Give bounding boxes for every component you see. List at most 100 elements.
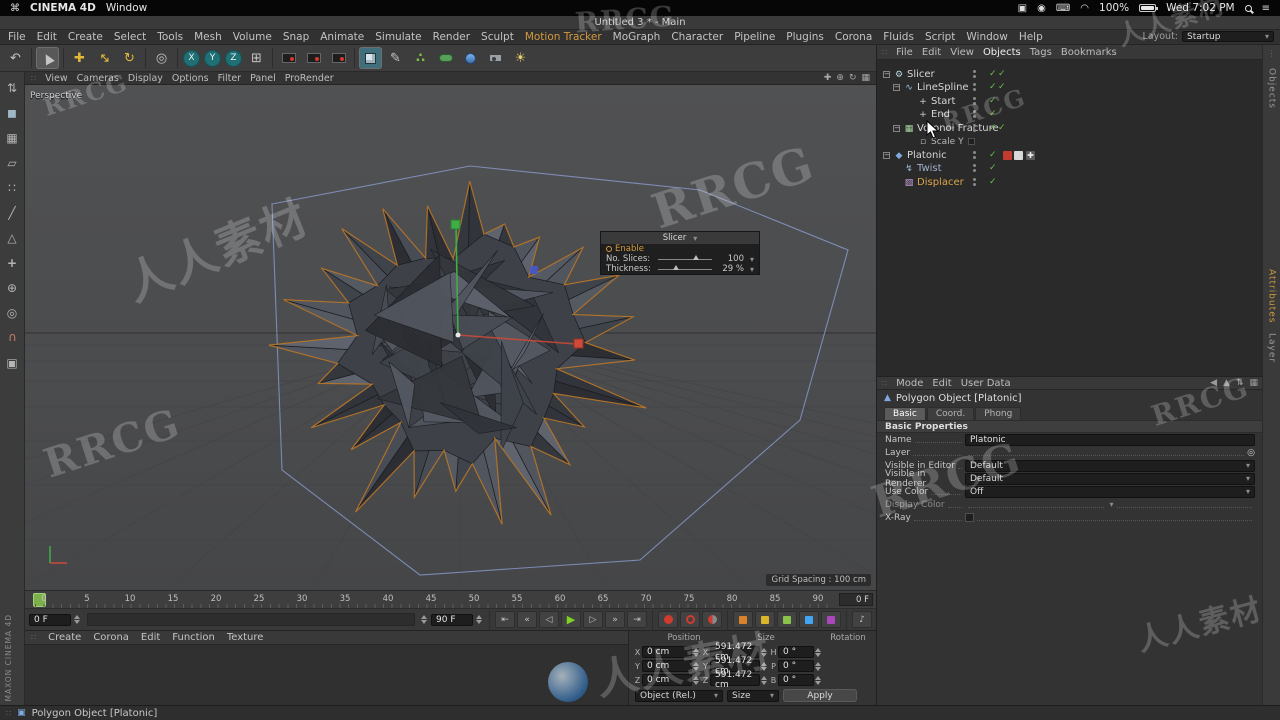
stepper[interactable] — [693, 660, 701, 672]
toggle-views-icon[interactable]: ▦ — [861, 73, 870, 83]
current-frame-display[interactable]: 0 F — [839, 593, 873, 606]
hud-enable-row[interactable]: Enable — [601, 244, 759, 254]
pan-view-icon[interactable]: ✚ — [824, 73, 832, 83]
stepper[interactable] — [815, 674, 823, 686]
dock-grip-icon[interactable]: ⋮ — [1268, 49, 1276, 58]
enabled-check-icon[interactable]: ✓ — [989, 177, 997, 187]
enable-axis-button[interactable]: ⊕ — [2, 278, 23, 298]
vp-menu-cameras[interactable]: Cameras — [77, 73, 119, 84]
layer-browser-button[interactable]: ◎ — [1247, 448, 1255, 458]
vp-menu-display[interactable]: Display — [128, 73, 163, 84]
prev-key-button[interactable]: « — [517, 611, 537, 628]
menu-mograph[interactable]: MoGraph — [613, 31, 661, 43]
pen-spline-button[interactable]: ✎ — [384, 47, 407, 69]
tree-item-linespline[interactable]: − ∿ LineSpline ✓ ✓ — [877, 81, 1263, 94]
end-frame-field[interactable]: 90 F — [431, 613, 473, 626]
am-menu-mode[interactable]: Mode — [896, 378, 923, 389]
enabled-check-icon[interactable]: ✓ — [989, 109, 997, 119]
position-x-field[interactable]: 0 cm — [642, 646, 692, 658]
lock-y-axis-button[interactable]: Y — [204, 49, 221, 67]
thickness-value[interactable]: 29 % — [718, 264, 744, 274]
menu-snap[interactable]: Snap — [283, 31, 309, 43]
wifi-icon[interactable]: ◠ — [1080, 3, 1089, 14]
tree-item-end[interactable]: + End ✓ — [877, 108, 1263, 121]
visibility-dots[interactable] — [973, 151, 976, 159]
camera-button[interactable] — [484, 47, 507, 69]
hud-thickness-row[interactable]: Thickness: 29 % ▾ — [601, 264, 759, 274]
menu-sculpt[interactable]: Sculpt — [481, 31, 514, 43]
polygons-mode-button[interactable]: △ — [2, 228, 23, 248]
record-scale-toggle[interactable] — [755, 611, 775, 628]
field-button[interactable] — [459, 47, 482, 69]
viewport-panel[interactable]: ∷ View Cameras Display Options Filter Pa… — [25, 72, 876, 590]
visibility-dots[interactable] — [973, 164, 976, 172]
tweak-mode-button[interactable]: + — [2, 253, 23, 273]
spinner-icon[interactable]: ▾ — [750, 265, 754, 274]
material-manager-panel[interactable]: ∷ Create Corona Edit Function Texture — [25, 630, 628, 705]
lock-x-axis-button[interactable]: X — [183, 49, 200, 67]
dock-tab-layer[interactable]: Layer — [1267, 333, 1277, 363]
history-icon[interactable]: ⇅ — [1236, 378, 1244, 388]
om-menu-objects[interactable]: Objects — [983, 47, 1021, 58]
enabled-check-icon[interactable]: ✓ — [989, 150, 997, 160]
menu-file[interactable]: File — [8, 31, 26, 43]
tree-item-voronoi-fracture[interactable]: − ▦ Voronoi Fracture ✓ ✓ — [877, 122, 1263, 135]
playback-sound-button[interactable]: ♪ — [852, 611, 872, 628]
dock-tab-objects[interactable]: Objects — [1267, 68, 1277, 109]
make-editable-button[interactable]: ⇅ — [2, 78, 23, 98]
goto-end-button[interactable]: ⇥ — [627, 611, 647, 628]
tree-item-platonic[interactable]: − ◆ Platonic ✓ ✚ — [877, 149, 1263, 162]
menu-character[interactable]: Character — [671, 31, 723, 43]
hud-header[interactable]: Slicer ▾ — [601, 232, 759, 244]
panel-grip-icon[interactable]: ∷ — [31, 74, 36, 83]
render-view-button[interactable] — [277, 47, 300, 69]
record-pla-toggle[interactable] — [821, 611, 841, 628]
points-mode-button[interactable]: ∷ — [2, 178, 23, 198]
layout-select[interactable]: Startup ▾ — [1182, 31, 1274, 42]
pin-icon[interactable]: ▲ — [1223, 378, 1230, 388]
menu-animate[interactable]: Animate — [320, 31, 364, 43]
enabled-check-icon[interactable]: ✓ — [998, 69, 1006, 79]
rotate-view-icon[interactable]: ↻ — [849, 73, 857, 83]
end-frame-stepper[interactable] — [476, 614, 484, 626]
visibility-dots[interactable] — [973, 124, 976, 132]
hud-slices-row[interactable]: No. Slices: 100 ▾ — [601, 254, 759, 264]
live-selection-tool[interactable]: ▲ — [36, 47, 59, 69]
visible-in-renderer-select[interactable]: Default ▾ — [965, 472, 1255, 485]
phong-tag-icon[interactable] — [1014, 151, 1023, 160]
switcher-icon[interactable]: ≡ — [1262, 3, 1270, 14]
slider-thumb[interactable] — [673, 264, 680, 270]
mat-menu-edit[interactable]: Edit — [141, 632, 160, 643]
collapse-icon[interactable]: − — [893, 125, 900, 132]
platonic-fractured-mesh[interactable] — [268, 180, 647, 525]
tree-item-scale-y[interactable]: ▫ Scale Y — [877, 135, 1263, 148]
vp-menu-view[interactable]: View — [45, 73, 68, 84]
apple-menu-icon[interactable]: ⌘ — [10, 3, 20, 14]
goto-start-button[interactable]: ⇤ — [495, 611, 515, 628]
spotlight-icon[interactable] — [1244, 4, 1252, 12]
panel-grip-icon[interactable]: ∷ — [882, 379, 887, 388]
slices-value[interactable]: 100 — [718, 254, 744, 264]
menu-tools[interactable]: Tools — [157, 31, 183, 43]
focus-mode-icon[interactable]: ◉ — [1037, 3, 1046, 14]
gizmo-z-handle[interactable] — [530, 266, 538, 274]
back-arrow-icon[interactable]: ◀ — [1210, 378, 1217, 388]
timeline-ruler[interactable]: 0 5 10 15 20 25 30 35 40 45 50 55 60 65 70 75 80 85 90 0 F — [25, 590, 876, 608]
object-tree[interactable]: − ⚙ Slicer ✓ ✓ − ∿ LineSpline ✓ ✓ + Star… — [877, 60, 1263, 376]
enabled-check-icon[interactable]: ✓ — [989, 96, 997, 106]
menu-volume[interactable]: Volume — [233, 31, 272, 43]
gizmo-y-handle[interactable] — [450, 219, 461, 230]
start-frame-field[interactable]: 0 F — [29, 613, 71, 626]
spinner-icon[interactable]: ▾ — [750, 255, 754, 264]
tree-item-twist[interactable]: ↯ Twist ✓ — [877, 162, 1263, 175]
menu-simulate[interactable]: Simulate — [375, 31, 421, 43]
collapse-icon[interactable]: − — [893, 84, 900, 91]
volume-builder-button[interactable] — [434, 47, 457, 69]
axis-cross-icon[interactable]: ✚ — [1026, 151, 1035, 160]
model-mode-button[interactable]: ◼ — [2, 103, 23, 123]
visibility-dots[interactable] — [973, 70, 976, 78]
om-menu-bookmarks[interactable]: Bookmarks — [1061, 47, 1117, 58]
autokeying-button[interactable] — [680, 611, 700, 628]
menu-plugins[interactable]: Plugins — [786, 31, 824, 43]
menu-pipeline[interactable]: Pipeline — [734, 31, 775, 43]
